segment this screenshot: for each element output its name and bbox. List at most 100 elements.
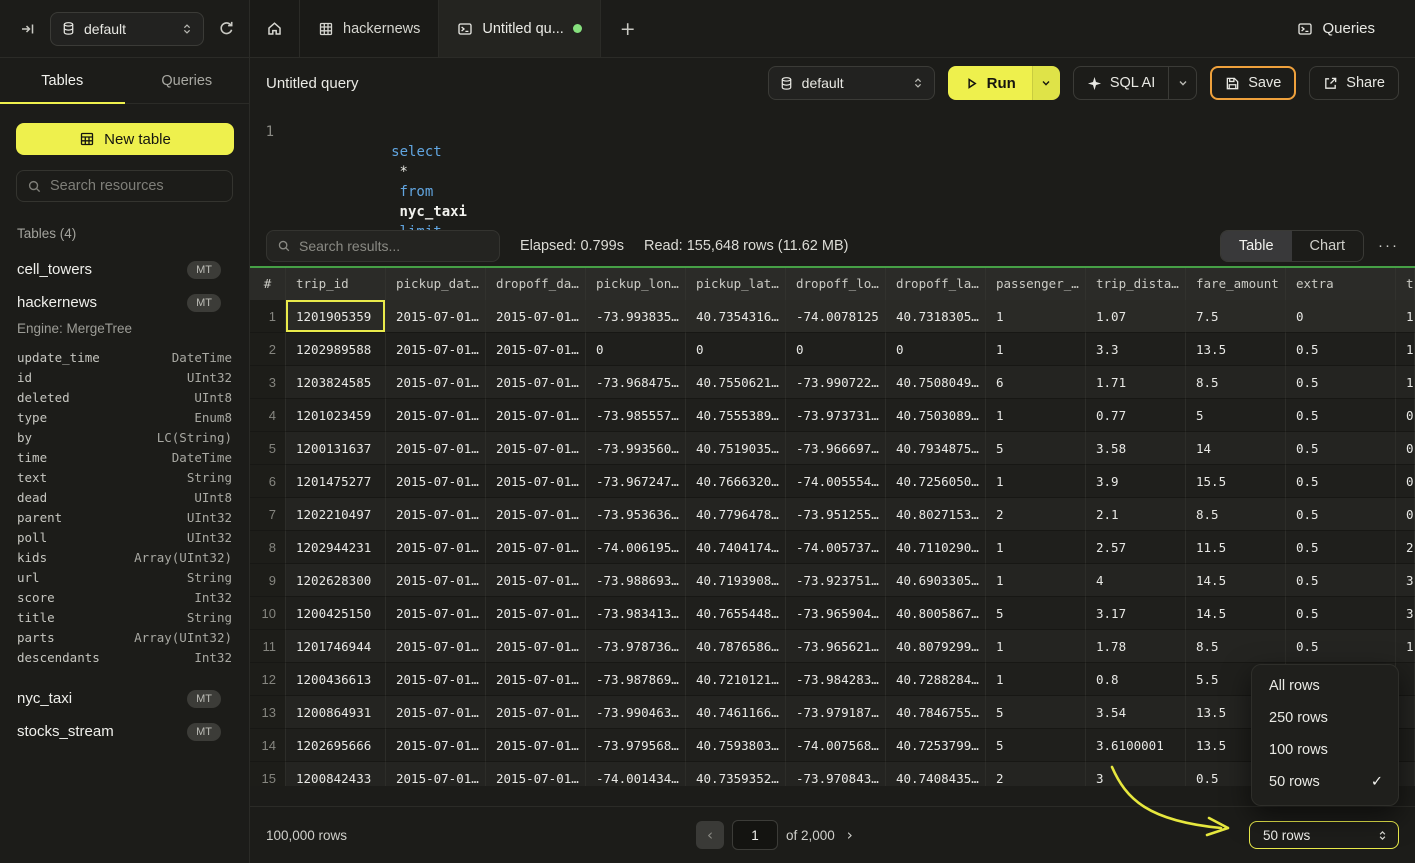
row-number-cell[interactable]: 11 — [250, 630, 286, 663]
table-cell[interactable]: 0.5 — [1286, 399, 1396, 432]
table-cell[interactable]: 40.7404174… — [686, 531, 786, 564]
table-cell[interactable]: 0 — [1286, 300, 1396, 333]
table-cell[interactable]: -73.979187… — [786, 696, 886, 729]
table-cell[interactable]: 40.7796478… — [686, 498, 786, 531]
sql-editor[interactable]: 1 select * from nyc_taxi limit 100000 — [250, 108, 1415, 225]
table-cell[interactable]: 5 — [986, 597, 1086, 630]
table-cell[interactable]: -73.967247… — [586, 465, 686, 498]
table-cell[interactable]: 1200425150 — [286, 597, 386, 630]
table-cell[interactable]: 2015-07-01… — [486, 531, 586, 564]
table-cell[interactable]: 0.5 — [1286, 564, 1396, 597]
table-cell[interactable]: 0.8 — [1086, 663, 1186, 696]
table-cell[interactable]: 1200131637 — [286, 432, 386, 465]
table-cell[interactable]: 1200842433 — [286, 762, 386, 786]
table-cell[interactable]: 1200864931 — [286, 696, 386, 729]
table-cell[interactable]: 0 — [586, 333, 686, 366]
view-toggle-chart[interactable]: Chart — [1292, 231, 1363, 261]
table-cell[interactable]: 40.8079299… — [886, 630, 986, 663]
table-cell[interactable]: 2015-07-01… — [386, 630, 486, 663]
table-cell[interactable]: 2 — [1396, 531, 1415, 564]
column-header[interactable]: dropoff_lo… — [786, 268, 886, 300]
sidebar-tab-tables[interactable]: Tables — [0, 58, 125, 103]
row-number-cell[interactable]: 10 — [250, 597, 286, 630]
table-cell[interactable]: -73.984283… — [786, 663, 886, 696]
refresh-icon[interactable] — [218, 20, 235, 37]
table-cell[interactable]: 2015-07-01… — [386, 597, 486, 630]
table-cell[interactable]: 2015-07-01… — [386, 696, 486, 729]
rows-menu-item[interactable]: All rows — [1252, 670, 1398, 702]
table-cell[interactable]: 3 — [1396, 597, 1415, 630]
table-cell[interactable]: 1 — [1396, 366, 1415, 399]
table-cell[interactable]: 40.7519035… — [686, 432, 786, 465]
table-cell[interactable]: 0.5 — [1286, 333, 1396, 366]
row-number-cell[interactable]: 12 — [250, 663, 286, 696]
table-cell[interactable]: 0.5 — [1286, 630, 1396, 663]
row-number-cell[interactable]: 6 — [250, 465, 286, 498]
table-cell[interactable]: 8.5 — [1186, 630, 1286, 663]
table-cell[interactable]: 40.7876586… — [686, 630, 786, 663]
previous-page-button[interactable]: ‹ — [696, 821, 724, 849]
table-cell[interactable]: 1 — [986, 399, 1086, 432]
table-cell[interactable]: 13.5 — [1186, 333, 1286, 366]
table-cell[interactable]: -73.965904… — [786, 597, 886, 630]
table-cell[interactable]: -73.973731… — [786, 399, 886, 432]
row-number-cell[interactable]: 7 — [250, 498, 286, 531]
table-cell[interactable]: -74.001434… — [586, 762, 686, 786]
table-cell[interactable]: 3.17 — [1086, 597, 1186, 630]
table-cell[interactable]: 0.5 — [1286, 531, 1396, 564]
table-cell[interactable]: 0 — [686, 333, 786, 366]
table-cell[interactable]: 3.3 — [1086, 333, 1186, 366]
table-cell[interactable]: 2 — [986, 498, 1086, 531]
table-cell[interactable]: 1201475277 — [286, 465, 386, 498]
table-cell[interactable]: 40.7408435… — [886, 762, 986, 786]
sidebar-tab-queries[interactable]: Queries — [125, 58, 250, 103]
row-number-cell[interactable]: 3 — [250, 366, 286, 399]
column-header[interactable]: extra — [1286, 268, 1396, 300]
results-search-input[interactable] — [299, 238, 489, 254]
table-cell[interactable]: 40.7354316… — [686, 300, 786, 333]
tab-home[interactable] — [250, 0, 300, 57]
table-cell[interactable]: 2015-07-01… — [486, 300, 586, 333]
sql-ai-button[interactable]: SQL AI — [1074, 67, 1168, 99]
table-cell[interactable]: 2015-07-01… — [386, 432, 486, 465]
table-cell[interactable]: 0 — [1396, 498, 1415, 531]
table-cell[interactable]: -74.0078125 — [786, 300, 886, 333]
new-table-button[interactable]: New table — [16, 123, 234, 155]
column-header[interactable]: t — [1396, 268, 1415, 300]
table-cell[interactable]: -74.007568… — [786, 729, 886, 762]
table-cell[interactable]: -73.951255… — [786, 498, 886, 531]
column-header[interactable]: pickup_dat… — [386, 268, 486, 300]
table-cell[interactable]: 40.7593803… — [686, 729, 786, 762]
table-cell[interactable]: -73.923751… — [786, 564, 886, 597]
collapse-sidebar-icon[interactable] — [20, 21, 36, 37]
table-cell[interactable]: 1201746944 — [286, 630, 386, 663]
sidebar-table-stocks-stream[interactable]: stocks_stream MT — [17, 715, 232, 748]
table-cell[interactable]: 1.78 — [1086, 630, 1186, 663]
table-cell[interactable]: 1.71 — [1086, 366, 1186, 399]
table-cell[interactable]: 1 — [986, 663, 1086, 696]
table-cell[interactable]: 1 — [986, 333, 1086, 366]
row-number-cell[interactable]: 9 — [250, 564, 286, 597]
table-cell[interactable]: 2015-07-01… — [486, 597, 586, 630]
row-number-cell[interactable]: 2 — [250, 333, 286, 366]
table-cell[interactable]: 2015-07-01… — [486, 630, 586, 663]
table-cell[interactable]: 40.7550621… — [686, 366, 786, 399]
table-cell[interactable]: -73.983413… — [586, 597, 686, 630]
run-options-caret[interactable] — [1032, 66, 1060, 100]
table-cell[interactable]: 3 — [1086, 762, 1186, 786]
table-cell[interactable]: 8.5 — [1186, 366, 1286, 399]
table-cell[interactable]: 0.77 — [1086, 399, 1186, 432]
table-cell[interactable]: 2015-07-01… — [386, 300, 486, 333]
table-cell[interactable]: -73.953636… — [586, 498, 686, 531]
row-number-cell[interactable]: 5 — [250, 432, 286, 465]
table-cell[interactable]: 40.7461166… — [686, 696, 786, 729]
table-cell[interactable]: 2015-07-01… — [386, 333, 486, 366]
table-cell[interactable]: 2015-07-01… — [486, 663, 586, 696]
table-cell[interactable]: 1 — [1396, 333, 1415, 366]
column-header[interactable]: trip_id — [286, 268, 386, 300]
next-page-button[interactable]: › — [843, 826, 857, 844]
table-cell[interactable]: 2015-07-01… — [486, 762, 586, 786]
table-cell[interactable]: -74.006195… — [586, 531, 686, 564]
table-cell[interactable]: 15.5 — [1186, 465, 1286, 498]
query-database-selector[interactable]: default — [768, 66, 935, 100]
